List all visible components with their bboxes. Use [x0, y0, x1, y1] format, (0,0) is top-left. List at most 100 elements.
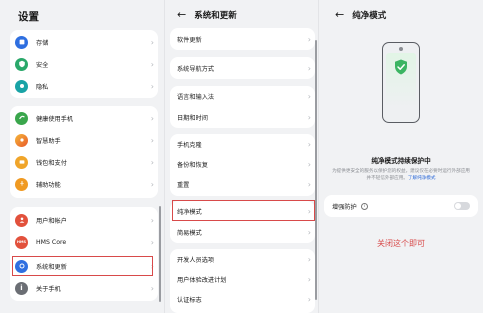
sidebar-item-label: 隐私: [36, 83, 49, 91]
chevron-right-icon: ›: [150, 179, 154, 189]
menu-item-label: 重置: [177, 181, 190, 189]
chevron-right-icon: ›: [150, 59, 154, 69]
back-arrow-icon[interactable]: ←: [335, 8, 344, 21]
menu-item-label: 日期和时间: [177, 114, 208, 122]
menu-item-software-update[interactable]: 软件更新 ›: [170, 29, 315, 49]
sidebar-item-users[interactable]: 用户和帐户 ›: [10, 210, 158, 230]
shield-check-icon: [395, 59, 407, 75]
settings-group-language: 语言和输入法 › 日期和时间 ›: [170, 86, 315, 128]
security-icon: [15, 57, 28, 71]
settings-group-3: 用户和帐户 › HMS HMS Core › 系统和更新 › i 关于手机 ›: [10, 207, 158, 301]
chevron-right-icon: ›: [307, 227, 311, 237]
menu-item-date-time[interactable]: 日期和时间 ›: [170, 107, 315, 127]
settings-group-navigation: 系统导航方式 ›: [170, 57, 315, 79]
header: ← 系统和更新: [177, 8, 237, 21]
highlight-pure-mode: [172, 200, 315, 221]
settings-group-1: 存储 › 安全 › 隐私 ›: [10, 30, 158, 98]
assistant-icon: [15, 133, 28, 147]
menu-item-developer-options[interactable]: 开发人员选项 ›: [170, 249, 315, 269]
menu-item-label: 软件更新: [177, 36, 202, 44]
health-icon: [15, 111, 28, 125]
chevron-right-icon: ›: [150, 237, 154, 247]
chevron-right-icon: ›: [150, 37, 154, 47]
system-update-pane: ← 系统和更新 软件更新 › 系统导航方式 › 语言和输入法 › 日期和时间 ›…: [165, 0, 317, 313]
menu-item-certification[interactable]: 认证标志 ›: [170, 289, 315, 309]
menu-item-simple-mode[interactable]: 简易模式 ›: [170, 222, 315, 242]
scrollbar[interactable]: [315, 40, 317, 300]
learn-more-link[interactable]: 了解纯净模式: [408, 176, 436, 181]
menu-item-phone-clone[interactable]: 手机克隆 ›: [170, 134, 315, 154]
chevron-right-icon: ›: [307, 179, 311, 189]
sidebar-item-label: 辅助功能: [36, 181, 61, 189]
sidebar-item-label: 用户和帐户: [36, 217, 67, 225]
sidebar-item-privacy[interactable]: 隐私 ›: [10, 76, 158, 96]
sidebar-item-label: 智慧助手: [36, 137, 61, 145]
description-text: 为提供更安全的服务以保护您的权益，建议仅在必要时运行外部应用并不轻信外部应用。: [332, 169, 470, 181]
menu-item-label: 简易模式: [177, 229, 202, 237]
chevron-right-icon: ›: [307, 274, 311, 284]
chevron-right-icon: ›: [150, 81, 154, 91]
chevron-right-icon: ›: [307, 63, 311, 73]
scrollbar[interactable]: [159, 206, 161, 302]
sidebar-item-assistant[interactable]: 智慧助手 ›: [10, 130, 158, 150]
privacy-icon: [15, 79, 28, 93]
hms-core-icon: HMS: [15, 235, 28, 249]
menu-item-label: 开发人员选项: [177, 256, 215, 264]
chevron-right-icon: ›: [307, 91, 311, 101]
page-title: 设置: [18, 11, 39, 23]
settings-group-2: 健康使用手机 › 智慧助手 › 钱包和支付 › 辅助功能 ›: [10, 106, 158, 198]
menu-item-navigation[interactable]: 系统导航方式 ›: [170, 58, 315, 78]
enhance-protection-label: 增强防护: [332, 203, 357, 211]
menu-item-reset[interactable]: 重置 ›: [170, 174, 315, 194]
menu-item-label: 手机克隆: [177, 141, 202, 149]
menu-item-language-input[interactable]: 语言和输入法 ›: [170, 86, 315, 106]
status-title: 纯净模式持续保护中: [371, 157, 431, 165]
sidebar-item-wallet[interactable]: 钱包和支付 ›: [10, 152, 158, 172]
phone-camera: [399, 47, 403, 51]
about-phone-icon: i: [15, 281, 28, 295]
menu-item-ux-program[interactable]: 用户体验改进计划 ›: [170, 269, 315, 289]
menu-item-label: 备份和恢复: [177, 161, 208, 169]
sidebar-item-label: 安全: [36, 61, 49, 69]
settings-group-software: 软件更新 ›: [170, 28, 315, 50]
chevron-right-icon: ›: [150, 113, 154, 123]
chevron-right-icon: ›: [307, 112, 311, 122]
sidebar-item-about-phone[interactable]: i 关于手机 ›: [10, 278, 158, 298]
menu-item-label: 用户体验改进计划: [177, 276, 227, 284]
menu-item-label: 语言和输入法: [177, 93, 215, 101]
enhance-protection-toggle[interactable]: [454, 202, 470, 210]
sidebar-item-storage[interactable]: 存储 ›: [10, 32, 158, 52]
back-arrow-icon[interactable]: ←: [177, 8, 186, 21]
chevron-right-icon: ›: [307, 254, 311, 264]
wallet-icon: [15, 155, 28, 169]
menu-item-label: 认证标志: [177, 296, 202, 304]
menu-item-label: 系统导航方式: [177, 65, 215, 73]
status-description: 为提供更安全的服务以保护您的权益，建议仅在必要时运行外部应用并不轻信外部应用。了…: [331, 168, 471, 182]
menu-item-backup-restore[interactable]: 备份和恢复 ›: [170, 154, 315, 174]
highlight-system-update: [12, 256, 153, 276]
chevron-right-icon: ›: [150, 157, 154, 167]
sidebar-item-health[interactable]: 健康使用手机 ›: [10, 108, 158, 128]
sidebar-item-label: 健康使用手机: [36, 115, 74, 123]
settings-group-developer: 开发人员选项 › 用户体验改进计划 › 认证标志 ›: [170, 249, 315, 313]
chevron-right-icon: ›: [307, 139, 311, 149]
settings-group-backup: 手机克隆 › 备份和恢复 › 重置 ›: [170, 134, 315, 196]
page-title: 系统和更新: [194, 10, 237, 21]
sidebar-item-label: 存储: [36, 39, 49, 47]
sidebar-item-accessibility[interactable]: 辅助功能 ›: [10, 174, 158, 194]
chevron-right-icon: ›: [307, 159, 311, 169]
sidebar-item-label: HMS Core: [36, 238, 67, 246]
settings-pane: 设置 存储 › 安全 › 隐私 › 健康使用手机 › 智慧助手 › 钱包和支付 …: [0, 0, 164, 313]
enhance-protection-row[interactable]: 增强防护 i: [324, 195, 478, 217]
phone-illustration: [382, 42, 420, 123]
chevron-right-icon: ›: [150, 283, 154, 293]
sidebar-item-hms-core[interactable]: HMS HMS Core ›: [10, 232, 158, 252]
header: ← 纯净模式: [335, 8, 386, 21]
storage-icon: [15, 35, 28, 49]
sidebar-item-label: 关于手机: [36, 285, 61, 293]
sidebar-item-security[interactable]: 安全 ›: [10, 54, 158, 74]
pure-mode-pane: ← 纯净模式 纯净模式持续保护中 为提供更安全的服务以保护您的权益，建议仅在必要…: [319, 0, 483, 313]
info-icon[interactable]: i: [360, 202, 368, 210]
sidebar-item-label: 钱包和支付: [36, 159, 67, 167]
accessibility-icon: [15, 177, 28, 191]
